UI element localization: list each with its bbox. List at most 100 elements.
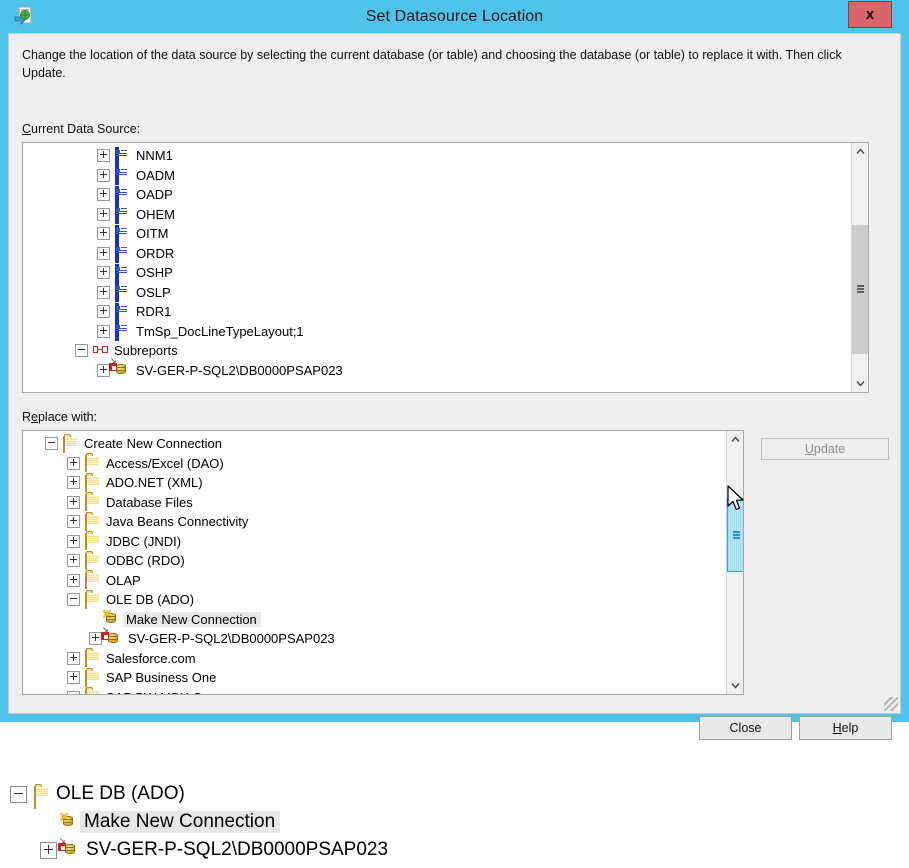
tree-item[interactable]: OADM <box>23 166 868 186</box>
tree-item[interactable]: SAP BW MDX Q <box>23 688 743 694</box>
tree-item[interactable]: ADO.NET (XML) <box>23 473 743 493</box>
collapse-toggle-icon[interactable] <box>67 593 80 607</box>
tree-item[interactable]: ↘ SV-GER-P-SQL2\DB0000PSAP023 <box>23 625 743 649</box>
help-button[interactable]: Help <box>799 716 892 740</box>
expand-toggle-icon[interactable] <box>67 476 80 490</box>
tree-item[interactable]: OHEM <box>23 205 868 225</box>
chevron-down-icon[interactable] <box>852 375 868 392</box>
tree-item-label: SAP Business One <box>106 670 217 686</box>
folder-icon <box>85 650 101 668</box>
tree-item[interactable]: JDBC (JNDI) <box>23 532 743 552</box>
replace-with-scroll-thumb[interactable] <box>727 498 743 572</box>
tree-item[interactable]: Make New Connection <box>0 808 909 836</box>
folder-icon <box>85 552 101 570</box>
expand-toggle-icon[interactable] <box>97 266 110 280</box>
tree-item[interactable]: Access/Excel (DAO) <box>23 454 743 474</box>
collapse-toggle-icon[interactable] <box>45 437 58 451</box>
expand-toggle-icon[interactable] <box>97 227 110 241</box>
collapse-toggle-icon[interactable] <box>67 690 80 694</box>
current-data-source-scroll-thumb[interactable] <box>852 224 868 354</box>
expand-toggle-icon[interactable] <box>67 456 80 470</box>
tree-item[interactable]: OLE DB (ADO) <box>0 780 909 809</box>
tree-item[interactable]: OSHP <box>23 263 868 283</box>
tree-item[interactable]: Salesforce.com <box>23 649 743 669</box>
tree-item-label: SV-GER-P-SQL2\DB0000PSAP023 <box>86 839 389 860</box>
expand-toggle-icon[interactable] <box>97 246 110 260</box>
tree-item-label: Create New Connection <box>84 436 223 452</box>
current-data-source-tree[interactable]: NNM1 OADM OADP OHEM OITM ORDR OSHP OSLP RDR1 TmSp… <box>22 142 869 393</box>
folder-icon <box>85 474 101 492</box>
expand-toggle-icon[interactable] <box>97 305 110 319</box>
expand-toggle-icon[interactable] <box>97 324 110 338</box>
tree-item-label: Make New Connection <box>123 611 261 627</box>
tree-item-label: SAP BW MDX Q <box>103 690 207 694</box>
expand-toggle-icon[interactable] <box>67 495 80 509</box>
tree-item-label: OITM <box>136 226 169 242</box>
tree-item[interactable]: RDR1 <box>23 302 868 322</box>
magnified-detail-panel: OLE DB (ADO) Make New Connection ↘ SV-GER-P… <box>0 780 909 868</box>
resize-grip-icon[interactable] <box>884 697 898 711</box>
tree-item[interactable]: OLE DB (ADO) <box>23 590 743 610</box>
tree-item[interactable]: OSLP <box>23 283 868 303</box>
current-data-source-scrollbar[interactable] <box>851 143 868 392</box>
close-button[interactable]: Close <box>699 716 792 740</box>
chevron-up-icon[interactable] <box>852 143 868 160</box>
tree-item-label: SV-GER-P-SQL2\DB0000PSAP023 <box>136 362 343 378</box>
tree-item[interactable]: ↘ SV-GER-P-SQL2\DB0000PSAP023 <box>0 836 909 864</box>
chevron-up-icon[interactable] <box>727 431 743 448</box>
replace-with-scrollbar[interactable] <box>726 431 743 694</box>
collapse-toggle-icon[interactable] <box>75 344 88 358</box>
tree-item[interactable]: NNM1 <box>23 146 868 166</box>
tree-item-label: OLAP <box>106 572 141 588</box>
expand-toggle-icon[interactable] <box>67 554 80 568</box>
no-toggle-spacer <box>89 614 100 625</box>
expand-toggle-icon[interactable] <box>67 534 80 548</box>
update-button[interactable]: Update <box>761 438 889 460</box>
tree-item[interactable]: ↘ SV-GER-P-SQL2\DB0000PSAP023 <box>23 357 868 381</box>
replace-with-tree[interactable]: Create New Connection Access/Excel (DAO) A… <box>22 430 744 695</box>
current-data-source-label: Current Data Source: <box>22 122 141 136</box>
folder-icon <box>85 572 101 590</box>
expand-toggle-icon[interactable] <box>67 671 80 685</box>
expand-toggle-icon[interactable] <box>40 841 57 859</box>
table-icon <box>115 205 131 225</box>
tree-item[interactable]: Subreports <box>23 341 868 361</box>
tree-item[interactable]: Database Files <box>23 493 743 513</box>
tree-item[interactable]: TmSp_DocLineTypeLayout;1 <box>23 322 868 342</box>
tree-item-label: OHEM <box>136 206 175 222</box>
table-icon <box>115 146 131 166</box>
tree-item-label: NNM1 <box>136 148 173 164</box>
subreports-icon <box>93 344 109 358</box>
tree-item[interactable]: Create New Connection <box>23 434 743 454</box>
close-window-button[interactable]: x <box>848 1 892 28</box>
collapse-toggle-icon[interactable] <box>10 785 27 803</box>
expand-toggle-icon[interactable] <box>97 149 110 163</box>
chevron-down-icon[interactable] <box>727 677 743 694</box>
folder-icon <box>85 689 101 694</box>
datasource-location-icon <box>12 5 34 27</box>
expand-toggle-icon[interactable] <box>67 651 80 665</box>
expand-toggle-icon[interactable] <box>97 168 110 182</box>
tree-item[interactable]: ODBC (RDO) <box>23 551 743 571</box>
tree-item[interactable]: OADP <box>23 185 868 205</box>
folder-icon <box>85 591 101 609</box>
tree-item[interactable]: OITM <box>23 224 868 244</box>
expand-toggle-icon[interactable] <box>97 207 110 221</box>
tree-item[interactable]: OLAP <box>23 571 743 591</box>
tree-item[interactable]: Java Beans Connectivity <box>23 512 743 532</box>
table-icon <box>115 166 131 186</box>
tree-item-label: OADM <box>136 167 175 183</box>
tree-item[interactable]: Make New Connection <box>23 610 743 630</box>
folder-icon <box>85 669 101 687</box>
dialog-titlebar[interactable]: Set Datasource Location x <box>0 0 909 33</box>
expand-toggle-icon[interactable] <box>97 285 110 299</box>
expand-toggle-icon[interactable] <box>67 573 80 587</box>
tree-item-label: Java Beans Connectivity <box>106 514 249 530</box>
table-icon <box>115 263 131 283</box>
table-icon <box>115 244 131 264</box>
expand-toggle-icon[interactable] <box>97 188 110 202</box>
tree-item[interactable]: SAP Business One <box>23 668 743 688</box>
expand-toggle-icon[interactable] <box>67 515 80 529</box>
tree-item[interactable]: ORDR <box>23 244 868 264</box>
scroll-grip-icon <box>733 531 740 539</box>
